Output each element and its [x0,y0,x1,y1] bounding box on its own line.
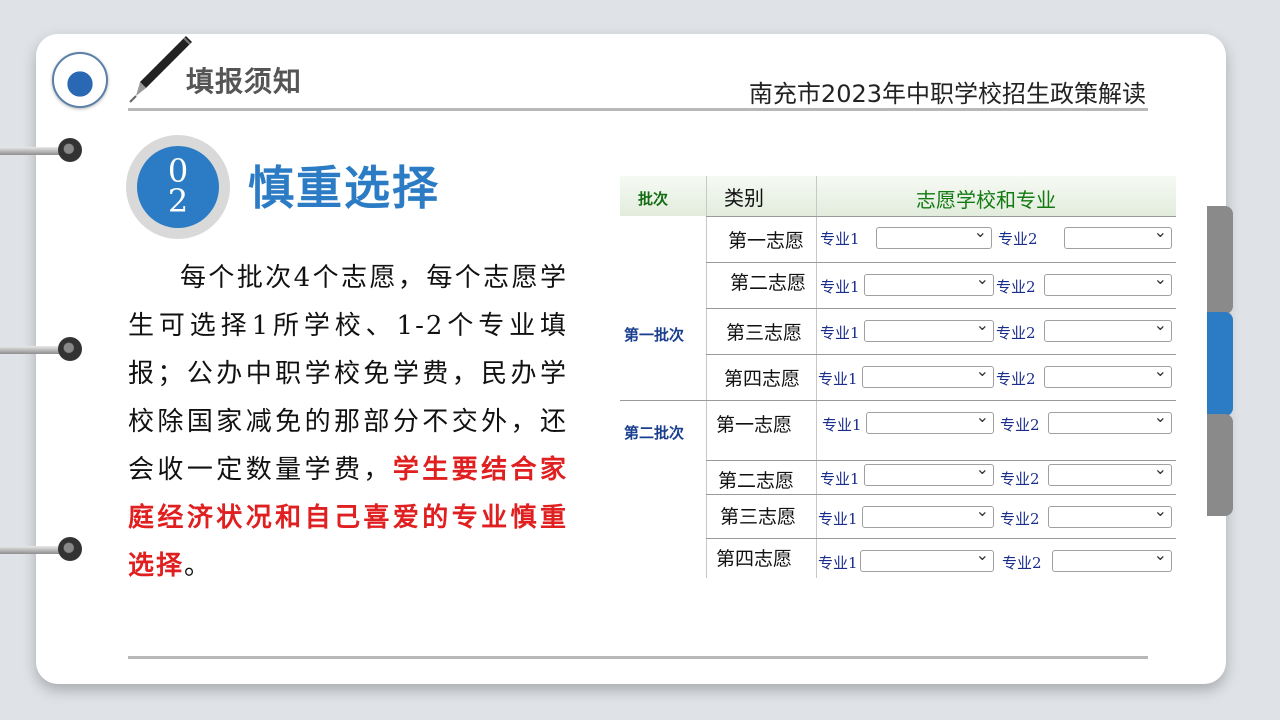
major1-label: 专业1 [820,324,860,342]
major1-select[interactable] [864,269,994,296]
side-tab[interactable] [1207,206,1233,314]
major2-select[interactable] [1048,407,1172,434]
major1-select[interactable] [862,501,994,528]
major2-label: 专业2 [1000,470,1040,488]
major2-label: 专业2 [996,370,1036,388]
major1-label: 专业1 [820,470,860,488]
header-subtitle: 南充市2023年中职学校招生政策解读 [748,80,1146,108]
choice-label: 第二志愿 [718,470,795,492]
batch-label: 第二批次 [624,424,685,442]
side-tab[interactable] [1207,414,1233,516]
choice-label: 第三志愿 [726,322,803,344]
major2-label: 专业2 [998,230,1038,248]
choice-label: 第一志愿 [728,230,805,252]
section-number-bottom: 2 [167,182,189,220]
major1-label: 专业1 [822,416,862,434]
batch-label: 第一批次 [624,326,685,344]
divider [816,176,817,578]
choice-label: 第四志愿 [724,368,801,390]
divider [620,400,1176,401]
binder-ring [0,537,82,563]
divider [706,216,1176,217]
major2-select[interactable] [1048,459,1172,486]
major2-select[interactable] [1048,501,1172,528]
choice-label: 第一志愿 [716,414,793,436]
binder-ring [0,138,82,164]
major2-label: 专业2 [996,278,1036,296]
section-number-badge: 0 2 [126,135,230,239]
body-end: 。 [184,551,213,581]
body-text: 每个批次4个志愿，每个志愿学生可选择1所学校、1-2个专业填报；公办中职学校免学… [128,263,568,485]
major2-select[interactable] [1044,269,1172,296]
divider [706,538,1176,539]
major2-label: 专业2 [1000,416,1040,434]
choice-label: 第二志愿 [730,272,807,294]
major1-select[interactable] [866,407,994,434]
header-divider [128,108,1148,111]
divider [706,262,1176,263]
side-tabs [1207,206,1233,516]
major1-label: 专业1 [818,554,858,572]
footer-divider [128,656,1148,659]
major1-label: 专业1 [820,230,860,248]
divider [706,460,1176,461]
major1-select[interactable] [864,315,994,342]
application-form: 批次 类别 志愿学校和专业 第一批次 第二批次 第一志愿 专业1 专业2 第二志… [620,176,1176,578]
divider [706,308,1176,309]
binder-ring [0,337,82,363]
major2-label: 专业2 [996,324,1036,342]
body-paragraph: 每个批次4个志愿，每个志愿学生可选择1所学校、1-2个专业填报；公办中职学校免学… [128,254,568,590]
side-tab-active[interactable] [1207,312,1233,416]
section-title: 慎重选择 [248,161,440,215]
major2-select[interactable] [1044,361,1172,388]
col-batch-header: 批次 [638,190,669,208]
divider [706,494,1176,495]
major1-label: 专业1 [818,370,858,388]
form-header-row [620,176,1176,216]
pen-icon [129,36,192,103]
divider [706,176,707,578]
major1-label: 专业1 [818,510,858,528]
col-category-header: 类别 [724,186,764,210]
choice-label: 第四志愿 [716,548,793,570]
header-title: 填报须知 [186,65,303,98]
major2-label: 专业2 [1000,510,1040,528]
major1-label: 专业1 [820,278,860,296]
school-logo [52,52,108,108]
major1-select[interactable] [862,361,994,388]
major1-select[interactable] [860,545,994,572]
major2-select[interactable] [1052,545,1172,572]
major2-select[interactable] [1044,315,1172,342]
divider [706,354,1176,355]
major2-select[interactable] [1064,222,1172,249]
major1-select[interactable] [864,459,994,486]
col-choice-header: 志愿学校和专业 [916,188,1056,212]
major1-select[interactable] [876,222,992,249]
choice-label: 第三志愿 [720,506,797,528]
major2-label: 专业2 [1002,554,1042,572]
